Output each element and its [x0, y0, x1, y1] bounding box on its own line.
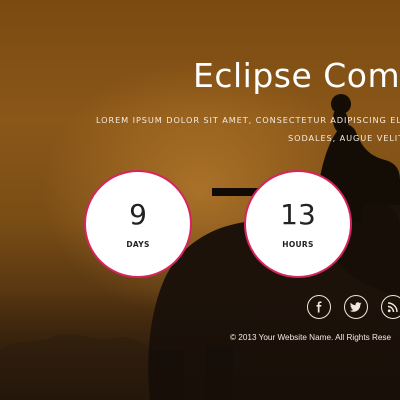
- countdown-days-value: 9: [129, 198, 147, 231]
- countdown-days: 9 DAYS: [84, 170, 192, 278]
- rss-link[interactable]: [381, 295, 400, 319]
- rss-icon: [387, 302, 398, 313]
- countdown-hours: 13 HOURS: [244, 170, 352, 278]
- hero-subtitle: LOREM IPSUM DOLOR SIT AMET, CONSECTETUR …: [96, 111, 400, 147]
- twitter-link[interactable]: [344, 295, 368, 319]
- ground-haze: [0, 290, 400, 400]
- subtitle-line-2: SODALES, AUGUE VELIT: [288, 133, 400, 143]
- facebook-icon: [316, 301, 322, 313]
- page-title: Eclipse Com: [193, 56, 400, 95]
- countdown-days-label: DAYS: [126, 240, 150, 249]
- twitter-icon: [350, 302, 362, 312]
- countdown-hours-label: HOURS: [282, 240, 314, 249]
- facebook-link[interactable]: [307, 295, 331, 319]
- subtitle-line-1: LOREM IPSUM DOLOR SIT AMET, CONSECTETUR …: [96, 115, 400, 125]
- copyright-text: © 2013 Your Website Name. All Rights Res…: [230, 333, 392, 342]
- countdown-hours-value: 13: [280, 198, 316, 231]
